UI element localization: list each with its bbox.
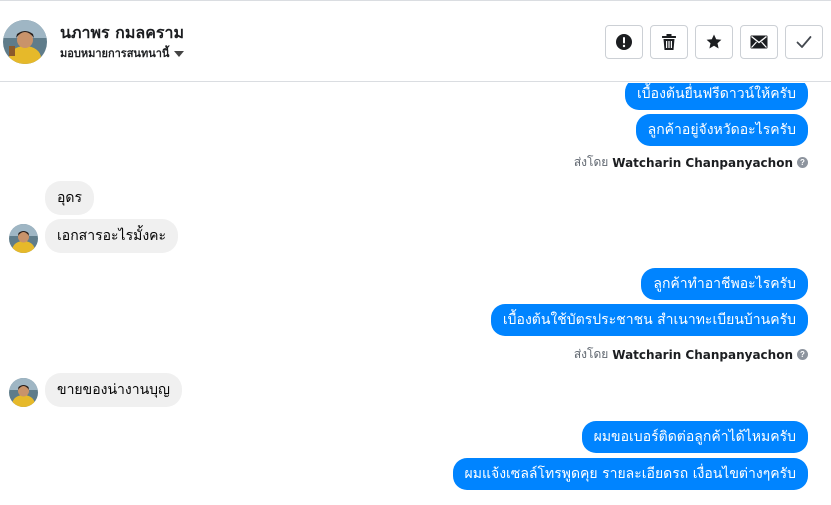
mark-spam-button[interactable] [605, 25, 643, 59]
sent-by-prefix: ส่งโดย [573, 347, 609, 361]
contact-name: นภาพร กมลคราม [60, 23, 185, 42]
help-icon[interactable]: ? [797, 349, 808, 360]
star-icon [706, 34, 722, 49]
outgoing-message: ผมแจ้งเซลล์โทรพูดคุย รายละเอียดรถ เงื่อน… [452, 458, 808, 490]
sent-by-label: ส่งโดย Watcharin Chanpanyachon ? [574, 345, 808, 364]
incoming-message: เอกสารอะไรมั้งคะ [45, 219, 179, 253]
exclamation-circle-icon [616, 34, 632, 50]
assign-label: มอบหมายการสนทนานี้ [60, 47, 170, 60]
checkmark-icon [796, 36, 812, 48]
sent-by-label: ส่งโดย Watcharin Chanpanyachon ? [574, 153, 808, 172]
outgoing-message: เบื้องต้นใช้บัตรประชาชน สำเนาทะเบียนบ้าน… [490, 304, 808, 336]
conversation-header: นภาพร กมลคราม มอบหมายการสนทนานี้ [0, 0, 831, 82]
sent-by-agent[interactable]: Watcharin Chanpanyachon [612, 156, 793, 170]
mark-unread-button[interactable] [740, 25, 778, 59]
sent-by-agent[interactable]: Watcharin Chanpanyachon [612, 348, 793, 362]
outgoing-message: ผมขอเบอร์ติดต่อลูกค้าได้ไหมครับ [581, 421, 808, 453]
incoming-message: ขายของน่างานบุญ [45, 373, 182, 407]
caret-down-icon [174, 50, 185, 57]
contact-avatar-small[interactable] [9, 224, 38, 253]
outgoing-message: เบื้องต้นยื่นฟรีดาวน์ให้ครับ [624, 83, 808, 110]
sent-by-prefix: ส่งโดย [573, 155, 609, 169]
incoming-message: อุดร [45, 181, 95, 215]
outgoing-message: ลูกค้าทำอาชีพอะไรครับ [641, 268, 808, 300]
contact-avatar-small[interactable] [9, 378, 38, 407]
conversation-actions [605, 25, 823, 59]
assign-conversation-dropdown[interactable]: มอบหมายการสนทนานี้ [60, 44, 185, 62]
star-button[interactable] [695, 25, 733, 59]
envelope-icon [750, 35, 768, 49]
mark-done-button[interactable] [785, 25, 823, 59]
contact-avatar[interactable] [3, 20, 47, 64]
message-thread[interactable]: เบื้องต้นยื่นฟรีดาวน์ให้ครับ ลูกค้าอยู่จ… [0, 83, 831, 505]
delete-button[interactable] [650, 25, 688, 59]
outgoing-message: ลูกค้าอยู่จังหวัดอะไรครับ [635, 114, 808, 146]
help-icon[interactable]: ? [797, 157, 808, 168]
trash-icon [662, 34, 676, 50]
